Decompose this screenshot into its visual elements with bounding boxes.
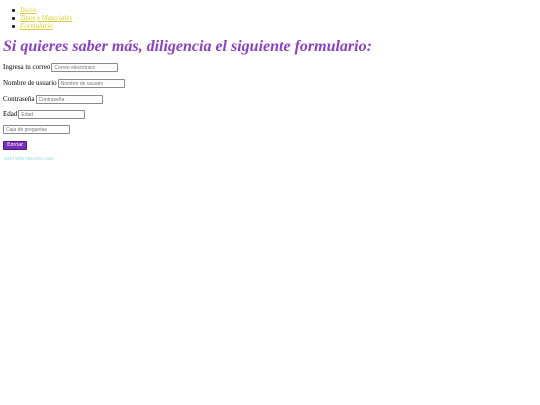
nav-item-inicio: Inicio (11, 6, 72, 14)
username-row: Nombre de usuario (3, 78, 125, 89)
password-label: Contraseña (3, 95, 35, 103)
username-field[interactable] (57, 79, 125, 88)
age-field[interactable] (18, 110, 86, 119)
nav-link-inicio[interactable]: Inicio (20, 6, 36, 14)
nav-link-formulario[interactable]: Formulario (20, 22, 53, 30)
age-label: Edad (3, 110, 18, 118)
password-row: Contraseña (3, 94, 103, 105)
nav-link-tipos[interactable]: Tipos y Materiales (20, 14, 72, 22)
footer-text: SITIO WEB CREATIVO 2021 (4, 156, 54, 161)
email-field[interactable] (51, 63, 119, 72)
nav-menu: Inicio Tipos y Materiales Formulario (0, 6, 72, 30)
age-row: Edad (3, 109, 86, 120)
password-field[interactable] (35, 95, 103, 104)
submit-button[interactable]: Enviar (3, 141, 27, 150)
page-title: Si quieres saber más, diligencia el sigu… (3, 38, 372, 55)
questions-box[interactable] (3, 125, 70, 134)
nav-item-formulario: Formulario (11, 22, 72, 30)
email-row: Ingresa tu correo (3, 62, 119, 73)
email-label: Ingresa tu correo (3, 63, 51, 71)
username-label: Nombre de usuario (3, 79, 57, 87)
nav-item-tipos: Tipos y Materiales (11, 14, 72, 22)
questions-row (3, 124, 70, 135)
